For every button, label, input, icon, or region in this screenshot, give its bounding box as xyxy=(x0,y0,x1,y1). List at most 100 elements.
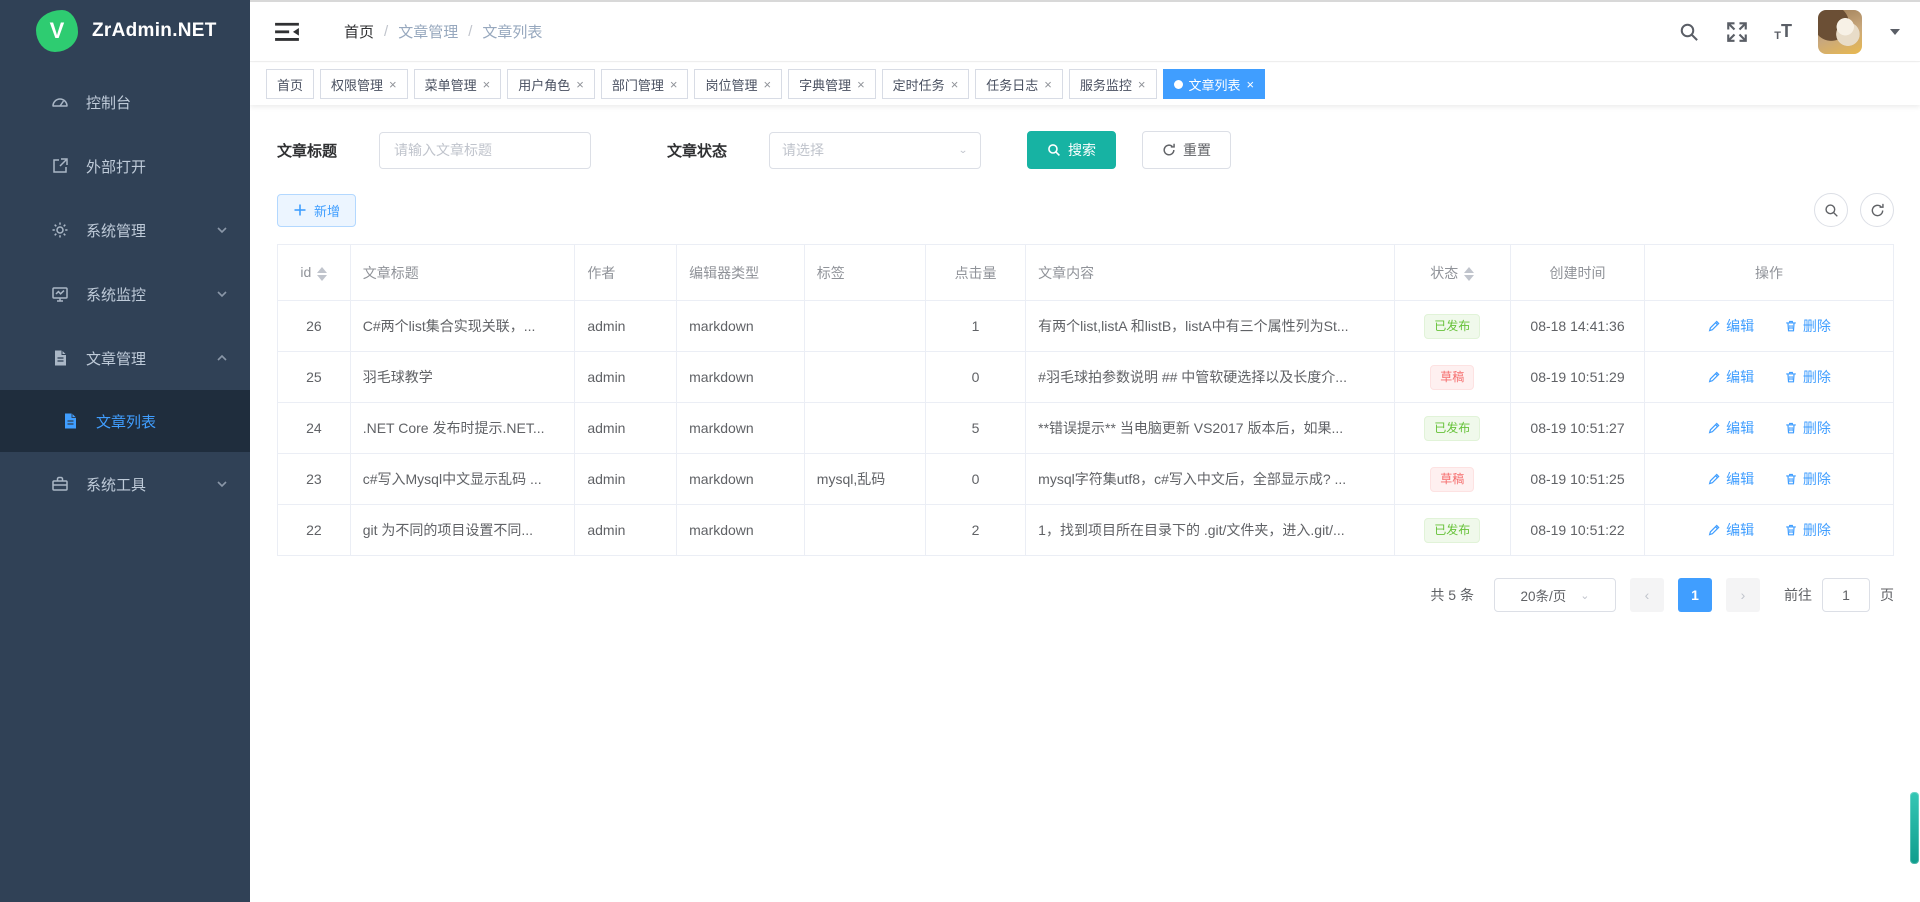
close-icon[interactable]: × xyxy=(1247,78,1255,91)
tab-1[interactable]: 权限管理 × xyxy=(320,69,408,99)
close-icon[interactable]: × xyxy=(576,78,584,91)
refresh-table-button[interactable] xyxy=(1860,193,1894,227)
delete-button[interactable]: 删除 xyxy=(1784,469,1831,489)
tab-3[interactable]: 用户角色 × xyxy=(507,69,595,99)
articles-table: id文章标题作者编辑器类型标签点击量文章内容状态创建时间操作 26 C#两个li… xyxy=(277,244,1894,556)
close-icon[interactable]: × xyxy=(763,78,771,91)
tab-0[interactable]: 首页 × xyxy=(266,69,314,99)
show-search-button[interactable] xyxy=(1814,193,1848,227)
fullscreen-icon[interactable] xyxy=(1726,21,1748,43)
column-header: 点击量 xyxy=(925,245,1025,301)
article-state-select[interactable]: 请选择 ⌄ xyxy=(769,132,981,169)
tab-10-active[interactable]: 文章列表 × xyxy=(1163,69,1266,99)
cell-tag xyxy=(804,505,925,556)
cell-content: #羽毛球拍参数说明 ## 中管软硬选择以及长度介... xyxy=(1026,352,1394,403)
pencil-icon xyxy=(1707,523,1721,537)
cell-id: 23 xyxy=(278,454,351,505)
sidebar-item-label: 文章列表 xyxy=(96,411,156,432)
sidebar-item-3[interactable]: 系统监控 xyxy=(0,262,250,326)
table-row: 22 git 为不同的项目设置不同... admin markdown 2 1，… xyxy=(278,505,1894,556)
cell-created: 08-19 10:51:27 xyxy=(1510,403,1644,454)
search-icon[interactable] xyxy=(1678,21,1700,43)
scrollbar-thumb[interactable] xyxy=(1910,792,1919,864)
close-icon[interactable]: × xyxy=(857,78,865,91)
tab-2[interactable]: 菜单管理 × xyxy=(414,69,502,99)
edit-button[interactable]: 编辑 xyxy=(1707,316,1754,336)
tab-label: 服务监控 xyxy=(1080,75,1132,94)
pencil-icon xyxy=(1707,319,1721,333)
trash-icon xyxy=(1784,421,1798,435)
add-button[interactable]: 新增 xyxy=(277,194,356,227)
next-page-button[interactable]: › xyxy=(1726,578,1760,612)
font-size-icon[interactable]: TT xyxy=(1774,21,1792,42)
tab-label: 首页 xyxy=(277,75,303,94)
caret-down-icon[interactable] xyxy=(1890,29,1900,35)
cell-tag xyxy=(804,403,925,454)
delete-button[interactable]: 删除 xyxy=(1784,520,1831,540)
edit-button[interactable]: 编辑 xyxy=(1707,469,1754,489)
page-number-1[interactable]: 1 xyxy=(1678,578,1712,612)
cell-id: 26 xyxy=(278,301,351,352)
table-row: 26 C#两个list集合实现关联，... admin markdown 1 有… xyxy=(278,301,1894,352)
cell-status: 已发布 xyxy=(1394,403,1510,454)
delete-button[interactable]: 删除 xyxy=(1784,316,1831,336)
article-title-input[interactable] xyxy=(379,132,591,169)
tab-6[interactable]: 字典管理 × xyxy=(788,69,876,99)
edit-button[interactable]: 编辑 xyxy=(1707,367,1754,387)
sidebar-item-0[interactable]: 控制台 xyxy=(0,70,250,134)
close-icon[interactable]: × xyxy=(483,78,491,91)
app-logo[interactable]: V ZrAdmin.NET xyxy=(0,0,250,62)
close-icon[interactable]: × xyxy=(670,78,678,91)
breadcrumb-home[interactable]: 首页 xyxy=(344,21,374,42)
sort-icon[interactable] xyxy=(317,267,327,281)
close-icon[interactable]: × xyxy=(1138,78,1146,91)
logo-icon: V xyxy=(36,10,78,52)
page-size-select[interactable]: 20条/页 ⌄ xyxy=(1494,578,1616,612)
article-title-label: 文章标题 xyxy=(277,140,337,161)
tab-7[interactable]: 定时任务 × xyxy=(882,69,970,99)
delete-button[interactable]: 删除 xyxy=(1784,418,1831,438)
delete-button[interactable]: 删除 xyxy=(1784,367,1831,387)
sidebar-collapse-icon[interactable] xyxy=(274,21,300,43)
cell-id: 22 xyxy=(278,505,351,556)
cell-actions: 编辑 删除 xyxy=(1645,403,1894,454)
pagination: 共 5 条 20条/页 ⌄ ‹ 1 › 前往 页 xyxy=(277,578,1894,612)
tags-view-bar: 首页 × 权限管理 × 菜单管理 × 用户角色 × 部门管理 × 岗位管理 × … xyxy=(250,63,1920,105)
edit-button[interactable]: 编辑 xyxy=(1707,418,1754,438)
tab-5[interactable]: 岗位管理 × xyxy=(694,69,782,99)
cell-author: admin xyxy=(575,505,677,556)
chevron-down-icon xyxy=(216,224,228,236)
goto-page-input[interactable] xyxy=(1822,578,1870,612)
prev-page-button[interactable]: ‹ xyxy=(1630,578,1664,612)
tab-4[interactable]: 部门管理 × xyxy=(601,69,689,99)
tab-8[interactable]: 任务日志 × xyxy=(975,69,1063,99)
avatar[interactable] xyxy=(1818,10,1862,54)
close-icon[interactable]: × xyxy=(951,78,959,91)
sidebar-item-4[interactable]: 文章管理 xyxy=(0,326,250,390)
tab-9[interactable]: 服务监控 × xyxy=(1069,69,1157,99)
sidebar-item-2[interactable]: 系统管理 xyxy=(0,198,250,262)
header-actions: TT xyxy=(1678,10,1900,54)
column-header[interactable]: 状态 xyxy=(1394,245,1510,301)
cell-author: admin xyxy=(575,403,677,454)
cell-content: 有两个list,listA 和listB，listA中有三个属性列为St... xyxy=(1026,301,1394,352)
column-header-label: id xyxy=(300,264,311,280)
pencil-icon xyxy=(1707,370,1721,384)
edit-button[interactable]: 编辑 xyxy=(1707,520,1754,540)
status-badge: 草稿 xyxy=(1430,365,1474,390)
reset-button-label: 重置 xyxy=(1183,140,1211,160)
reset-button[interactable]: 重置 xyxy=(1142,131,1231,169)
search-icon xyxy=(1047,143,1061,157)
cell-editor-type: markdown xyxy=(677,505,805,556)
sort-icon[interactable] xyxy=(1464,267,1474,281)
sidebar-item-active[interactable]: 文章列表 xyxy=(0,390,250,452)
font-size-small-t: T xyxy=(1774,30,1781,42)
font-size-large-t: T xyxy=(1781,21,1792,42)
sidebar-item-1[interactable]: 外部打开 xyxy=(0,134,250,198)
search-button[interactable]: 搜索 xyxy=(1027,131,1116,169)
sidebar-item-6[interactable]: 系统工具 xyxy=(0,452,250,516)
column-header[interactable]: id xyxy=(278,245,351,301)
close-icon[interactable]: × xyxy=(1044,78,1052,91)
close-icon[interactable]: × xyxy=(389,78,397,91)
toolbox-icon xyxy=(50,474,70,494)
